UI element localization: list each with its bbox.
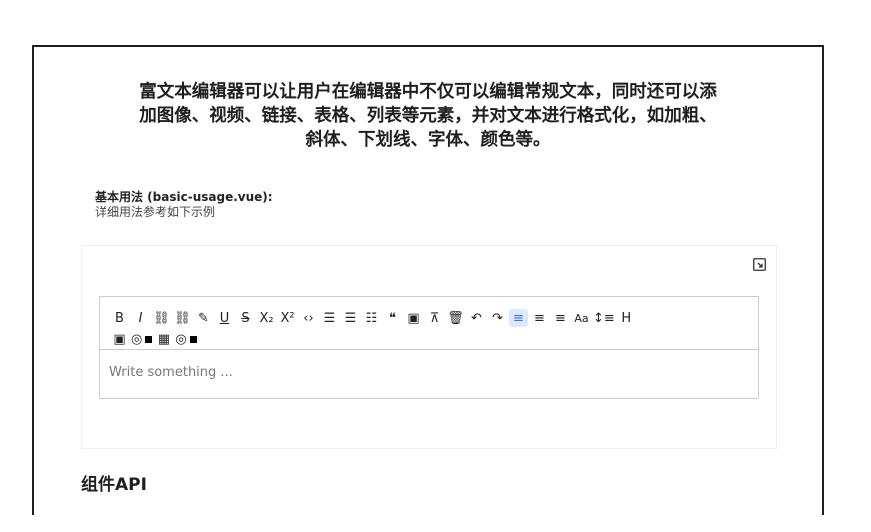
bold-button[interactable]: B (110, 309, 129, 327)
intro-line: 斜体、下划线、字体、颜色等。 (305, 130, 551, 150)
bullet-list-button[interactable]: ☰ (320, 309, 339, 327)
toolbar-row: B I ⛓ ⛓ ✎ U S X₂ X² ‹› ☰ ☰ ☷ ❝ ▣ ⊼ 🗑 ↶ ↷ ≡ ≡ ≡ Aa ↕≡ H (110, 308, 758, 328)
redo-icon: ↷ (492, 310, 503, 326)
code-button[interactable]: ‹› (299, 309, 318, 327)
image-button[interactable]: ▣ (110, 330, 129, 348)
subscript-icon: X₂ (259, 310, 274, 326)
italic-icon: I (138, 310, 143, 326)
code-icon: ‹› (303, 310, 314, 326)
strikethrough-button[interactable]: S (236, 309, 255, 327)
heading-icon: H (621, 310, 632, 326)
table-icon: ▦ (157, 331, 170, 347)
api-section-title: 组件API (81, 475, 147, 495)
task-list-button[interactable]: ☷ (362, 309, 381, 327)
align-right-button[interactable]: ≡ (551, 309, 570, 327)
delete-icon: 🗑 (447, 310, 464, 326)
align-right-icon: ≡ (555, 310, 566, 326)
bullet-list-icon: ☰ (323, 310, 336, 326)
align-left-button[interactable]: ≡ (509, 309, 528, 327)
link-button[interactable]: ⛓ (152, 309, 171, 327)
unlink-icon: ⛓ (174, 310, 191, 326)
highlight-icon: ✎ (198, 310, 209, 326)
heading-button[interactable]: H (617, 309, 636, 327)
background-color-button[interactable]: ◎ (175, 330, 197, 348)
undo-button[interactable]: ↶ (467, 309, 486, 327)
line-height-button[interactable]: ↕≡ (593, 309, 615, 327)
clear-format-icon: ⊼ (429, 310, 440, 326)
align-center-icon: ≡ (534, 310, 545, 326)
color-swatch (189, 335, 197, 343)
background-color-icon: ◎ (175, 331, 187, 347)
color-swatch (145, 335, 153, 343)
superscript-button[interactable]: X² (278, 309, 297, 327)
intro-line: 加图像、视频、链接、表格、列表等元素，并对文本进行格式化，如加粗、 (139, 106, 717, 126)
bold-icon: B (115, 310, 124, 326)
text-color-button[interactable]: ◎ (131, 330, 153, 348)
editor-toolbar: B I ⛓ ⛓ ✎ U S X₂ X² ‹› ☰ ☰ ☷ ❝ ▣ ⊼ 🗑 ↶ ↷ ≡ ≡ ≡ Aa ↕≡ H ▣ ◎ ▦ ◎ (100, 297, 758, 350)
text-color-icon: ◎ (131, 331, 143, 347)
clear-format-button[interactable]: ⊼ (425, 309, 444, 327)
superscript-icon: X² (280, 310, 295, 326)
delete-button[interactable]: 🗑 (446, 309, 465, 327)
blockquote-button[interactable]: ❝ (383, 309, 402, 327)
undo-icon: ↶ (471, 310, 482, 326)
ordered-list-button[interactable]: ☰ (341, 309, 360, 327)
redo-button[interactable]: ↷ (488, 309, 507, 327)
expand-demo-icon[interactable] (752, 257, 766, 271)
ordered-list-icon: ☰ (344, 310, 357, 326)
link-icon: ⛓ (153, 310, 170, 326)
intro-paragraph: 富文本编辑器可以让用户在编辑器中不仅可以编辑常规文本，同时还可以添 加图像、视频… (78, 80, 778, 152)
align-center-button[interactable]: ≡ (530, 309, 549, 327)
align-left-icon: ≡ (513, 310, 524, 326)
code-block-button[interactable]: ▣ (404, 309, 423, 327)
image-icon: ▣ (113, 331, 126, 347)
underline-icon: U (219, 310, 230, 326)
subscript-button[interactable]: X₂ (257, 309, 276, 327)
unlink-button[interactable]: ⛓ (173, 309, 192, 327)
strikethrough-icon: S (241, 310, 250, 326)
rich-text-editor: B I ⛓ ⛓ ✎ U S X₂ X² ‹› ☰ ☰ ☷ ❝ ▣ ⊼ 🗑 ↶ ↷ ≡ ≡ ≡ Aa ↕≡ H ▣ ◎ ▦ ◎ Writ… (99, 296, 759, 399)
font-size-button[interactable]: Aa (572, 309, 591, 327)
underline-button[interactable]: U (215, 309, 234, 327)
section-description: 详细用法参考如下示例 (95, 205, 216, 219)
intro-line: 富文本编辑器可以让用户在编辑器中不仅可以编辑常规文本，同时还可以添 (139, 82, 717, 102)
editor-placeholder: Write something ... (109, 365, 233, 380)
editor-content-area[interactable]: Write something ... (100, 350, 758, 398)
table-button[interactable]: ▦ (154, 330, 173, 348)
blockquote-icon: ❝ (389, 310, 396, 326)
font-size-icon: Aa (574, 311, 589, 325)
italic-button[interactable]: I (131, 309, 150, 327)
toolbar-row: ▣ ◎ ▦ ◎ (110, 329, 758, 349)
task-list-icon: ☷ (365, 310, 378, 326)
line-height-icon: ↕≡ (593, 310, 615, 326)
code-block-icon: ▣ (407, 310, 420, 326)
highlight-button[interactable]: ✎ (194, 309, 213, 327)
